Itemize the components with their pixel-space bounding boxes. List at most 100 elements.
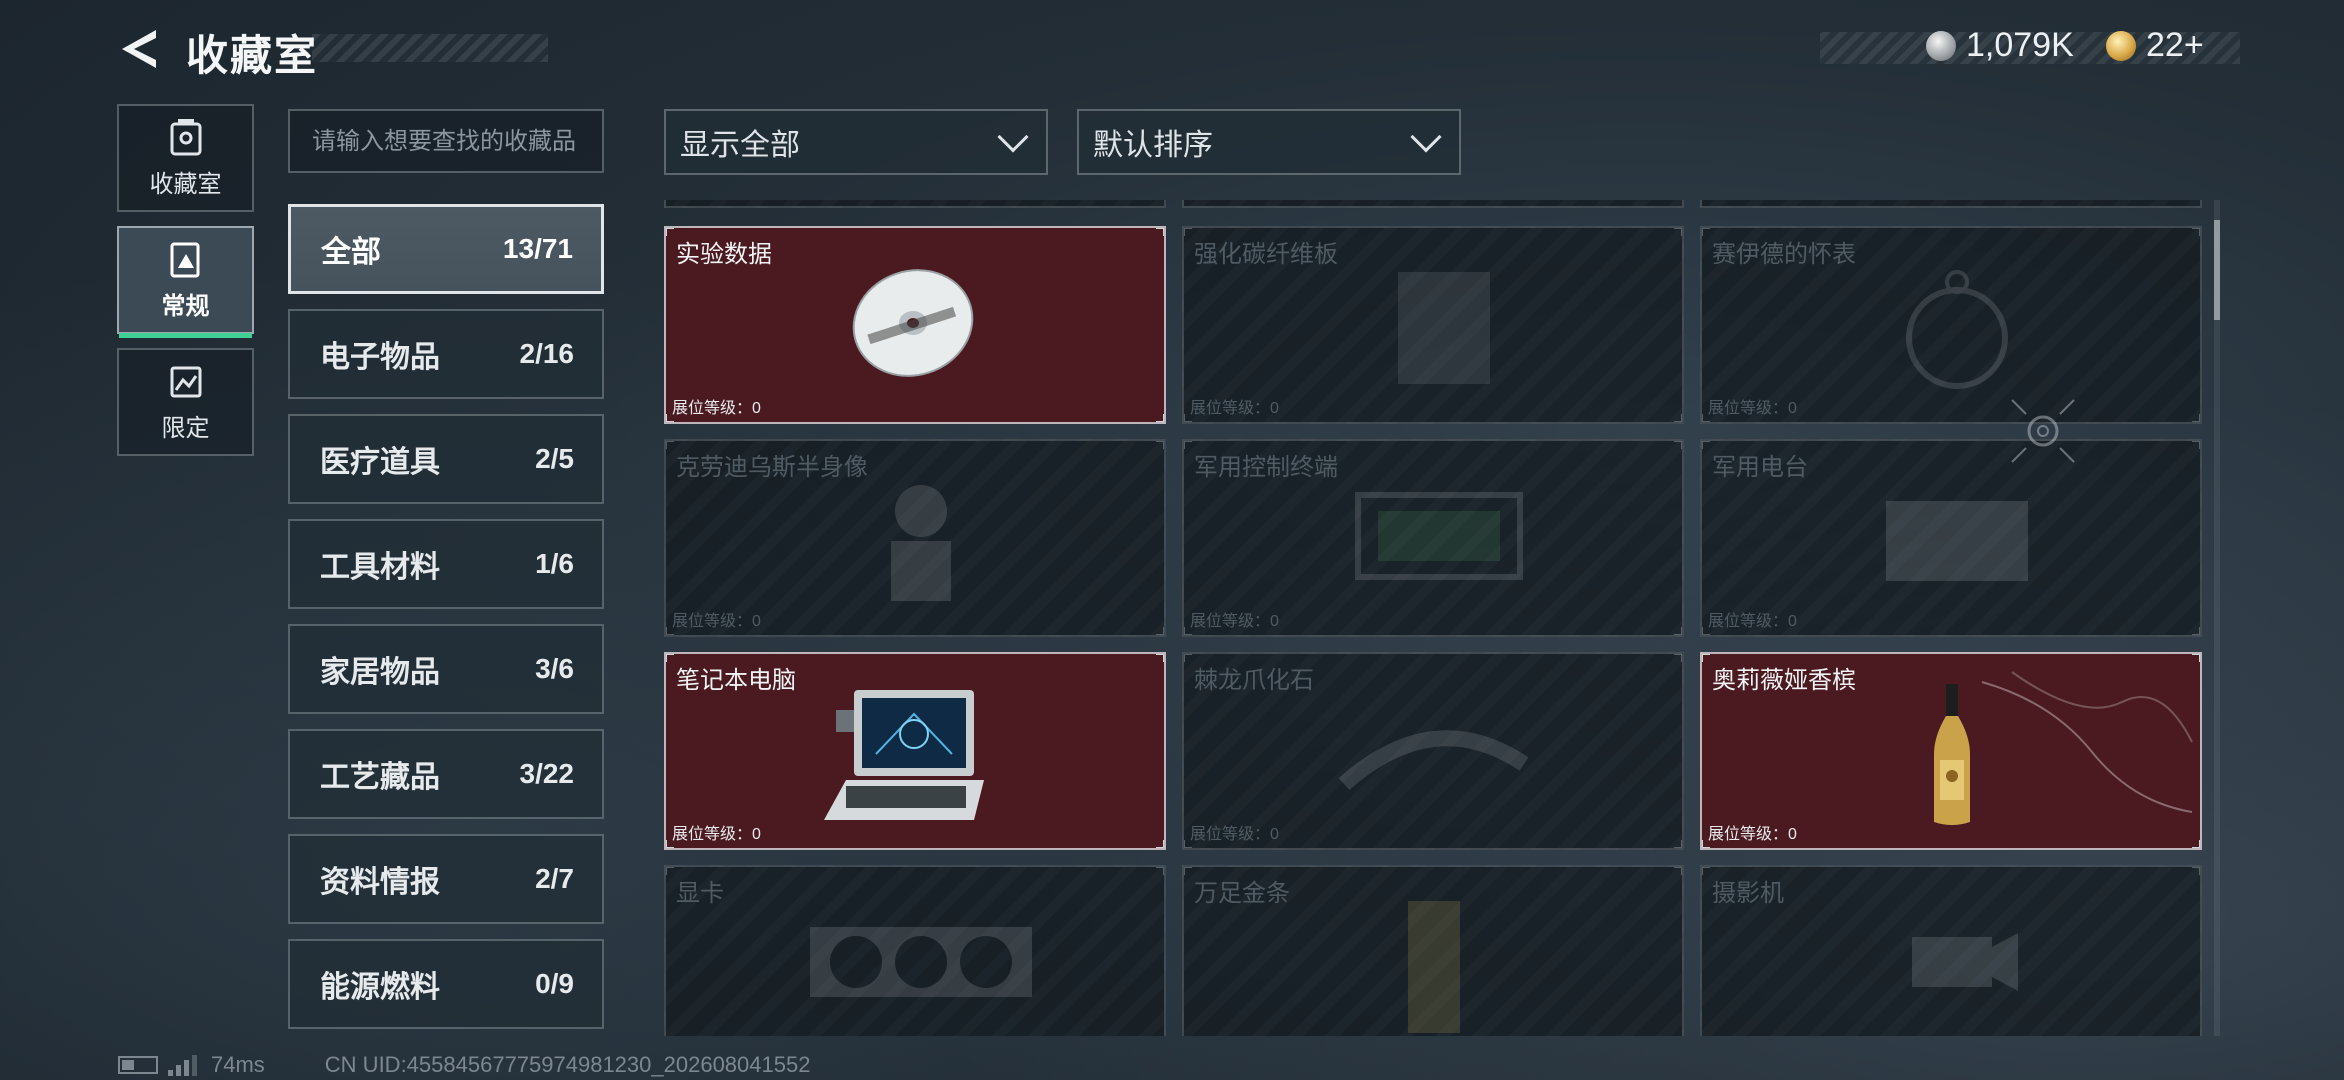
item-card-bust[interactable]: 克劳迪乌斯半身像 展位等级：0 xyxy=(664,439,1166,637)
regular-icon xyxy=(170,242,199,277)
item-level: 展位等级：0 xyxy=(672,200,761,202)
champagne-icon xyxy=(1934,684,1970,825)
currency-silver-value: 1,079K xyxy=(1966,26,2074,64)
back-arrow-icon[interactable] xyxy=(116,26,162,72)
category-name: 电子物品 xyxy=(320,341,440,374)
category-all[interactable]: 全部 13/71 xyxy=(288,204,604,294)
header: 收藏室 1,079K 22+ xyxy=(0,0,2344,100)
category-name: 工艺藏品 xyxy=(320,761,440,794)
item-level: 展位等级：0 xyxy=(1190,200,1279,202)
category-name: 资料情报 xyxy=(320,866,440,899)
display-filter-dropdown[interactable]: 显示全部 xyxy=(664,109,1048,175)
graphics-card-icon xyxy=(810,927,1032,997)
category-name: 能源燃料 xyxy=(320,971,440,1004)
item-card-gold-bar[interactable]: 万足金条 展位等级：0 xyxy=(1182,865,1684,1036)
item-name: 奥莉薇娅香槟 xyxy=(1712,667,1856,694)
rail-label: 收藏室 xyxy=(149,170,222,198)
category-count: 3/6 xyxy=(535,653,574,684)
page-title: 收藏室 xyxy=(186,32,319,79)
category-energy[interactable]: 能源燃料 0/9 xyxy=(288,939,604,1029)
uid-text: CN UID:45584567775974981230_202608041552 xyxy=(324,1052,811,1077)
item-level: 展位等级：0 xyxy=(1190,1033,1279,1036)
pocket-watch-icon xyxy=(1906,270,2008,389)
sort-dropdown[interactable]: 默认排序 xyxy=(1077,109,1461,175)
item-card-laptop[interactable]: 笔记本电脑 展位等级：0 xyxy=(664,652,1166,850)
crosshair-icon xyxy=(2011,399,2075,463)
collection-room-icon xyxy=(170,118,201,155)
category-tools[interactable]: 工具材料 1/6 xyxy=(288,519,604,609)
item-level: 展位等级：0 xyxy=(1190,613,1279,630)
gold-token-icon xyxy=(2106,30,2136,61)
item-level: 展位等级：0 xyxy=(1708,400,1797,417)
item-name: 赛伊德的怀表 xyxy=(1712,241,1856,268)
bust-icon xyxy=(891,485,951,601)
item-card-military-terminal[interactable]: 军用控制终端 展位等级：0 xyxy=(1182,439,1684,637)
item-level: 展位等级：0 xyxy=(1708,613,1797,630)
item-name: 摄影机 xyxy=(1712,880,1784,907)
item-name: 显卡 xyxy=(676,880,724,907)
item-name: 实验数据 xyxy=(676,241,772,268)
item-level: 展位等级：0 xyxy=(672,1033,761,1036)
disc-icon xyxy=(852,269,974,377)
item-level: 展位等级：0 xyxy=(1708,200,1797,202)
item-level: 展位等级：0 xyxy=(1190,400,1279,417)
sort-value: 默认排序 xyxy=(1093,129,1213,162)
item-name: 棘龙爪化石 xyxy=(1194,667,1314,694)
item-level: 展位等级：0 xyxy=(1708,1033,1797,1036)
category-household[interactable]: 家居物品 3/6 xyxy=(288,624,604,714)
status-footer: 74ms CN UID:45584567775974981230_2026080… xyxy=(118,1052,810,1078)
category-count: 2/5 xyxy=(535,443,574,474)
radio-icon xyxy=(1886,501,2028,581)
rail-label: 常规 xyxy=(161,292,210,320)
item-card-military-radio[interactable]: 军用电台 展位等级：0 xyxy=(1700,439,2202,637)
item-card-fossil-claw[interactable]: 棘龙爪化石 展位等级：0 xyxy=(1182,652,1684,850)
category-electronics[interactable]: 电子物品 2/16 xyxy=(288,309,604,399)
item-card-champagne[interactable]: 奥莉薇娅香槟 展位等级：0 xyxy=(1700,652,2202,850)
grid-scrollbar-track[interactable] xyxy=(2214,200,2220,1036)
collection-grid: 展位等级：0 展位等级：0 展位等级：0 实验数据 展位等级：0 强化碳纤维板 … xyxy=(664,200,2204,1036)
category-medical[interactable]: 医疗道具 2/5 xyxy=(288,414,604,504)
item-level: 展位等级：0 xyxy=(672,400,761,417)
item-level: 展位等级：0 xyxy=(672,826,761,843)
item-name: 万足金条 xyxy=(1194,880,1290,907)
category-intel[interactable]: 资料情报 2/7 xyxy=(288,834,604,924)
search-input[interactable] xyxy=(288,109,604,173)
camera-icon xyxy=(1912,933,2018,991)
currency-gold[interactable]: 22+ xyxy=(2106,26,2204,65)
carbon-plate-icon xyxy=(1398,272,1490,384)
item-card-experiment-data[interactable]: 实验数据 展位等级：0 xyxy=(664,226,1166,424)
item-card-video-camera[interactable]: 摄影机 展位等级：0 xyxy=(1700,865,2202,1036)
currency-gold-value: 22+ xyxy=(2146,26,2204,64)
category-crafts[interactable]: 工艺藏品 3/22 xyxy=(288,729,604,819)
chevron-down-icon xyxy=(997,121,1029,153)
chevron-down-icon xyxy=(1410,121,1442,153)
rail-collection-room[interactable]: 收藏室 xyxy=(117,104,254,212)
currency-silver: 1,079K xyxy=(1926,26,2074,65)
fossil-claw-icon xyxy=(1338,730,1529,790)
category-count: 2/16 xyxy=(519,338,575,369)
item-level: 展位等级：0 xyxy=(672,613,761,630)
item-card-partial[interactable]: 展位等级：0 xyxy=(1700,200,2202,208)
category-count: 0/9 xyxy=(535,968,574,999)
rail-regular[interactable]: 常规 xyxy=(117,226,254,338)
category-count: 2/7 xyxy=(535,863,574,894)
category-name: 工具材料 xyxy=(320,551,440,584)
title-stripe-decoration xyxy=(312,34,548,62)
category-name: 家居物品 xyxy=(320,656,440,689)
item-level: 展位等级：0 xyxy=(1708,826,1797,843)
item-card-carbon-plate[interactable]: 强化碳纤维板 展位等级：0 xyxy=(1182,226,1684,424)
item-card-pocket-watch[interactable]: 赛伊德的怀表 展位等级：0 xyxy=(1700,226,2202,424)
category-name: 全部 xyxy=(321,236,381,269)
item-card-partial[interactable]: 展位等级：0 xyxy=(1182,200,1684,208)
rail-limited[interactable]: 限定 xyxy=(117,348,254,456)
laptop-icon xyxy=(824,690,984,820)
category-name: 医疗道具 xyxy=(320,446,440,479)
grid-scrollbar-thumb[interactable] xyxy=(2214,220,2220,320)
item-name: 强化碳纤维板 xyxy=(1194,241,1338,268)
item-name: 克劳迪乌斯半身像 xyxy=(676,454,868,481)
silver-coin-icon xyxy=(1926,30,1956,61)
item-name: 军用控制终端 xyxy=(1194,454,1338,481)
rail-label: 限定 xyxy=(161,414,210,442)
item-card-graphics-card[interactable]: 显卡 展位等级：0 xyxy=(664,865,1166,1036)
item-card-partial[interactable]: 展位等级：0 xyxy=(664,200,1166,208)
